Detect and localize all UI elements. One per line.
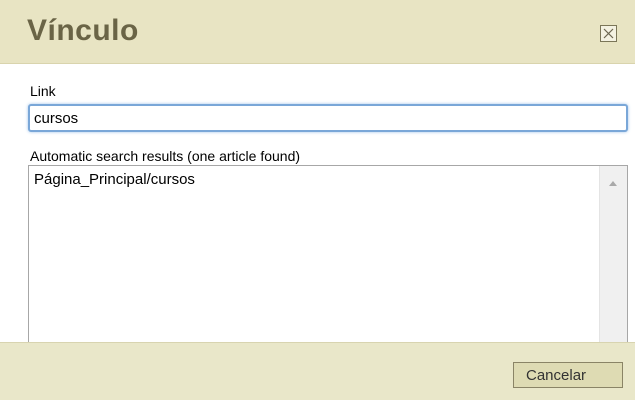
results-scrollbar[interactable] xyxy=(599,166,627,342)
results-label: Automatic search results (one article fo… xyxy=(30,148,301,164)
scroll-up-icon[interactable] xyxy=(609,181,617,186)
close-button[interactable] xyxy=(600,25,617,42)
cancel-button[interactable]: Cancelar xyxy=(513,362,623,388)
link-label: Link xyxy=(30,83,56,99)
link-dialog: Vínculo Link Automatic search results (o… xyxy=(0,0,635,400)
result-item[interactable]: Página_Principal/cursos xyxy=(34,171,195,188)
link-input[interactable] xyxy=(28,104,628,132)
dialog-title: Vínculo xyxy=(27,14,139,47)
search-results-list[interactable]: Página_Principal/cursos xyxy=(28,165,628,342)
dialog-content: Link Automatic search results (one artic… xyxy=(0,64,635,342)
close-icon xyxy=(603,28,614,39)
dialog-footer: Cancelar xyxy=(0,342,635,400)
dialog-titlebar: Vínculo xyxy=(0,0,635,64)
